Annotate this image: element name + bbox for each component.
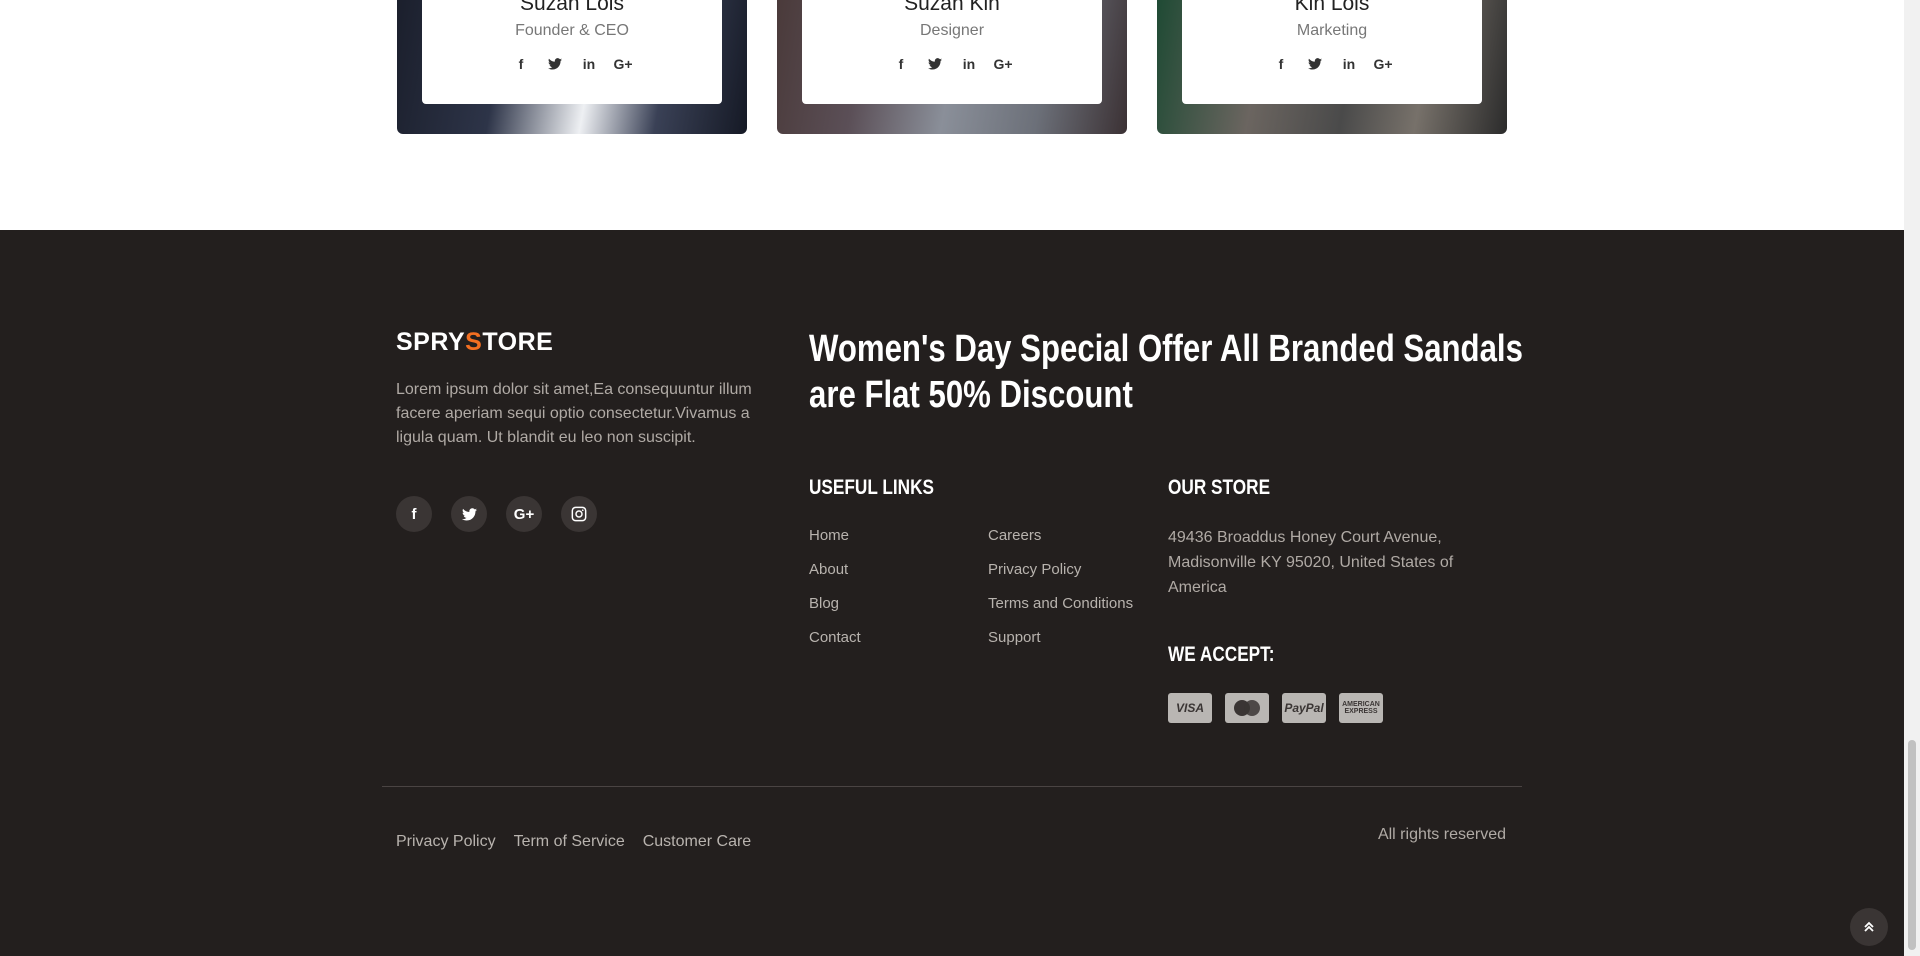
facebook-icon[interactable]: f xyxy=(513,56,529,72)
useful-links-column: Home About Blog Contact xyxy=(809,526,861,648)
site-footer: SPRYSTORE Lorem ipsum dolor sit amet,Ea … xyxy=(0,230,1904,956)
team-member-name: Suzan Kin xyxy=(904,0,1000,15)
twitter-icon[interactable] xyxy=(451,496,487,532)
footer-social-links: f G+ xyxy=(396,496,597,532)
linkedin-icon[interactable]: in xyxy=(1341,56,1357,72)
paypal-icon: PayPal xyxy=(1282,693,1326,723)
scroll-to-top-button[interactable] xyxy=(1850,908,1888,946)
team-member-social: f in G+ xyxy=(802,56,1102,72)
team-member-role: Designer xyxy=(919,22,985,39)
team-member-role: Marketing xyxy=(1296,22,1368,39)
logo-text-1: SPRY xyxy=(396,328,466,356)
footer-link-about[interactable]: About xyxy=(809,560,861,580)
team-member-info: Kin Lois Marketing f in G+ xyxy=(1182,0,1482,104)
team-member-name: Suzan Lois xyxy=(520,0,624,15)
google-plus-icon[interactable]: G+ xyxy=(993,56,1012,72)
bottom-link-customer-care[interactable]: Customer Care xyxy=(643,833,751,851)
footer-logo[interactable]: SPRYSTORE xyxy=(396,328,553,357)
twitter-icon[interactable] xyxy=(1307,56,1323,72)
footer-link-terms[interactable]: Terms and Conditions xyxy=(988,594,1133,614)
bottom-link-privacy-policy[interactable]: Privacy Policy xyxy=(396,833,496,851)
logo-accent: S xyxy=(465,328,483,356)
footer-divider xyxy=(382,786,1522,787)
team-member-social: f in G+ xyxy=(422,56,722,72)
footer-link-support[interactable]: Support xyxy=(988,628,1133,648)
linkedin-icon[interactable]: in xyxy=(581,56,597,72)
copyright-text: All rights reserved xyxy=(1377,826,1506,843)
team-card: Kin Lois Marketing f in G+ xyxy=(1157,0,1507,134)
team-member-name: Kin Lois xyxy=(1294,0,1370,15)
page-scrollbar[interactable] xyxy=(1904,0,1920,956)
logo-text-2: TORE xyxy=(482,328,554,356)
team-member-role: Founder & CEO xyxy=(515,22,629,39)
useful-links-title: USEFUL LINKS xyxy=(809,476,935,499)
google-plus-icon[interactable]: G+ xyxy=(613,56,632,72)
footer-link-home[interactable]: Home xyxy=(809,526,861,546)
store-address: 49436 Broaddus Honey Court Avenue, Madis… xyxy=(1168,529,1454,596)
footer-link-contact[interactable]: Contact xyxy=(809,628,861,648)
footer-bottom-links: Privacy Policy Term of Service Customer … xyxy=(396,833,751,851)
scrollbar-thumb[interactable] xyxy=(1908,740,1916,950)
team-card: Suzan Lois Founder & CEO f in G+ xyxy=(397,0,747,134)
visa-icon: VISA xyxy=(1168,693,1212,723)
team-member-social: f in G+ xyxy=(1182,56,1482,72)
useful-links-column: Careers Privacy Policy Terms and Conditi… xyxy=(988,526,1133,648)
instagram-icon[interactable] xyxy=(561,496,597,532)
footer-link-privacy-policy[interactable]: Privacy Policy xyxy=(988,560,1133,580)
facebook-icon[interactable]: f xyxy=(1273,56,1289,72)
american-express-icon: AMERICAN EXPRESS xyxy=(1339,693,1383,723)
twitter-icon[interactable] xyxy=(547,56,563,72)
chevron-double-up-icon xyxy=(1864,921,1874,932)
team-card: Suzan Kin Designer f in G+ xyxy=(777,0,1127,134)
we-accept-title: WE ACCEPT: xyxy=(1168,643,1275,666)
footer-about-text: Lorem ipsum dolor sit amet,Ea consequunt… xyxy=(396,381,752,446)
payment-cards: VISA PayPal AMERICAN EXPRESS xyxy=(1168,693,1383,723)
facebook-icon[interactable]: f xyxy=(396,496,432,532)
team-section: Suzan Lois Founder & CEO f in G+ Suzan K… xyxy=(0,0,1904,230)
bottom-link-terms-of-service[interactable]: Term of Service xyxy=(514,833,625,851)
team-member-info: Suzan Kin Designer f in G+ xyxy=(802,0,1102,104)
our-store-title: OUR STORE xyxy=(1168,476,1271,499)
footer-link-careers[interactable]: Careers xyxy=(988,526,1133,546)
google-plus-icon[interactable]: G+ xyxy=(506,496,542,532)
google-plus-icon[interactable]: G+ xyxy=(1373,56,1392,72)
promo-heading: Women's Day Special Offer All Branded Sa… xyxy=(809,328,1523,416)
facebook-icon[interactable]: f xyxy=(893,56,909,72)
mastercard-icon xyxy=(1225,693,1269,723)
footer-link-blog[interactable]: Blog xyxy=(809,594,861,614)
linkedin-icon[interactable]: in xyxy=(961,56,977,72)
twitter-icon[interactable] xyxy=(927,56,943,72)
team-member-info: Suzan Lois Founder & CEO f in G+ xyxy=(422,0,722,104)
